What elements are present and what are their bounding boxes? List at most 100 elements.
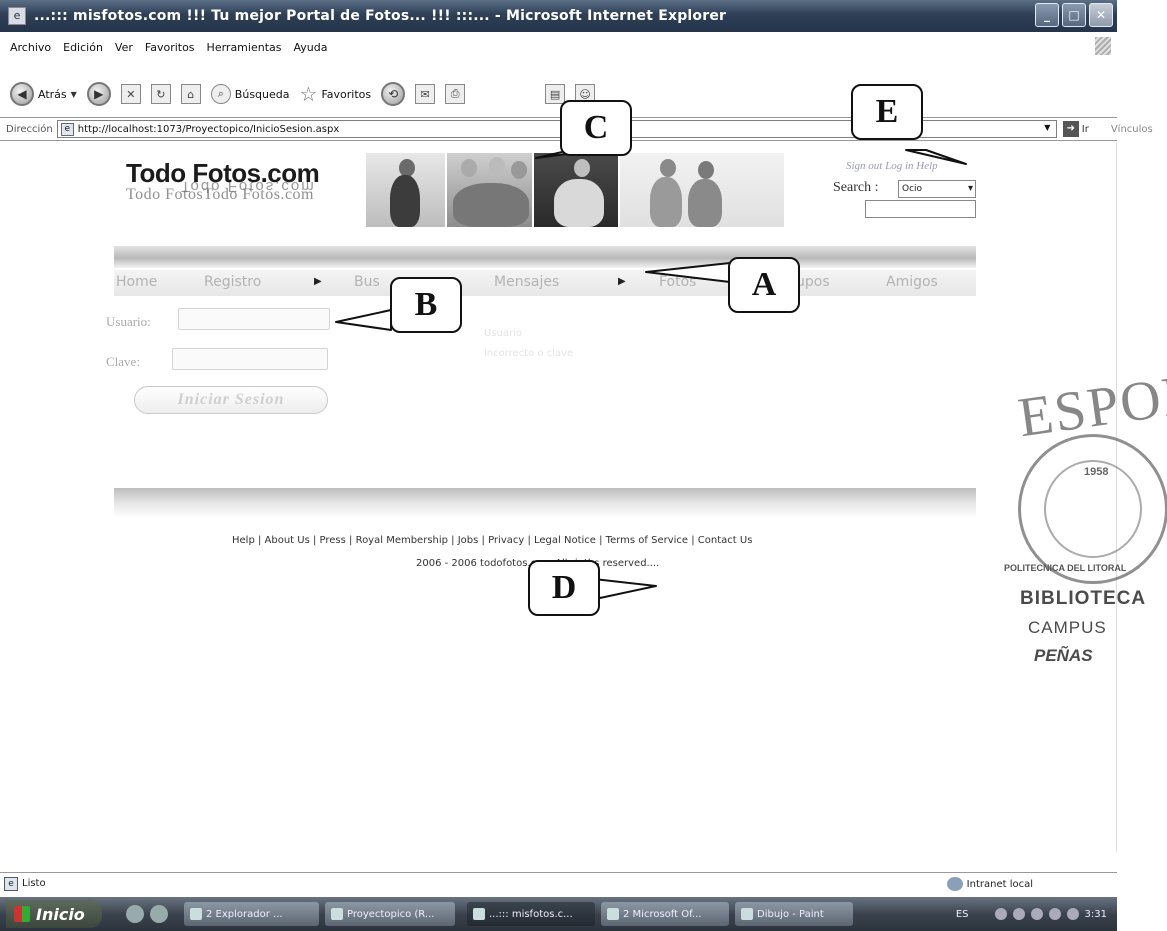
login-message-line: Usuario <box>484 328 523 339</box>
window-title: ...::: misfotos.com !!! Tu mejor Portal … <box>34 8 727 24</box>
menu-item-archivo[interactable]: Archivo <box>10 41 51 54</box>
tray-icon[interactable] <box>1048 908 1061 920</box>
library-stamp: ESPOL 1958 POLITECNICA DEL LITORAL BIBLI… <box>1000 363 1167 710</box>
banner-photo <box>534 153 618 227</box>
menu-item-herramientas[interactable]: Herramientas <box>207 41 282 54</box>
taskbar-item[interactable]: Proyectopico (R... <box>325 902 455 926</box>
menu-item-ver[interactable]: Ver <box>115 41 133 54</box>
ie-page-icon <box>473 908 485 920</box>
status-text: Listo <box>22 878 46 889</box>
username-label: Usuario: <box>106 314 151 329</box>
login-message-line: incorrecto o clave <box>484 348 574 359</box>
taskbar-item-label: Dibujo - Paint <box>757 908 824 920</box>
nav-arrow-icon: ▶ <box>314 276 322 287</box>
back-icon: ◀ <box>10 82 34 106</box>
footer-links[interactable]: Help | About Us | Press | Royal Membersh… <box>232 535 880 546</box>
nav-item-busqueda[interactable]: Bus <box>354 274 380 290</box>
quicklaunch-desktop-icon[interactable] <box>126 905 144 923</box>
mail-icon[interactable]: ✉ <box>415 84 436 104</box>
history-icon[interactable]: ⟲ <box>381 82 406 106</box>
search-icon: ⌕ <box>210 84 231 104</box>
tray-icon[interactable] <box>1030 908 1043 920</box>
password-label: Clave: <box>106 354 140 369</box>
nav-item-amigos[interactable]: Amigos <box>886 274 938 290</box>
banner-photo <box>447 153 533 227</box>
nav-item-mensajes[interactable]: Mensajes <box>494 274 559 290</box>
taskbar-item[interactable]: 2 Microsoft Of... <box>601 902 729 926</box>
search-category-select[interactable]: Ocio ▾ <box>898 180 976 198</box>
word-icon <box>607 908 619 920</box>
search-input[interactable] <box>865 200 976 218</box>
stop-icon[interactable]: ✕ <box>120 84 141 104</box>
menu-item-ayuda[interactable]: Ayuda <box>293 41 327 54</box>
browser-toolbar: ◀ Atrás ▼ ▶ ✕ ↻ ⌂ ⌕ Búsqueda ☆ Favoritos… <box>0 72 1117 116</box>
forward-icon[interactable]: ▶ <box>86 82 111 106</box>
tray-icon[interactable] <box>994 908 1007 920</box>
back-dropdown-icon[interactable]: ▼ <box>71 90 77 99</box>
back-button[interactable]: ◀ Atrás ▼ <box>10 82 77 106</box>
page-viewport: Todo Fotos.com Todo Fotos.com Todo Fotos… <box>0 142 1117 852</box>
tray-icon[interactable] <box>1066 908 1079 920</box>
address-dropdown-icon[interactable]: ▼ <box>1041 123 1054 135</box>
go-button[interactable]: ➜ Ir <box>1062 121 1089 137</box>
nav-item-home[interactable]: Home <box>116 274 157 290</box>
window-titlebar: e ...::: misfotos.com !!! Tu mejor Porta… <box>0 0 1117 32</box>
site-logo[interactable]: Todo Fotos.com Todo Fotos.com Todo Fotos… <box>126 158 320 203</box>
password-input[interactable] <box>172 348 328 370</box>
callout-c: C <box>560 100 632 156</box>
logo-echo-text: Todo FotosTodo Fotos.com <box>126 186 314 203</box>
folder-icon <box>190 908 202 920</box>
minimize-button[interactable]: _ <box>1035 3 1059 27</box>
project-icon <box>331 908 343 920</box>
header-photo-banner <box>366 153 784 227</box>
stamp-ring-text: POLITECNICA DEL LITORAL <box>1004 563 1127 573</box>
clock[interactable]: 3:31 <box>1085 909 1107 920</box>
nav-item-registro[interactable]: Registro <box>204 274 261 290</box>
menu-item-favoritos[interactable]: Favoritos <box>145 41 195 54</box>
callout-a: A <box>728 257 800 313</box>
tray-icon[interactable] <box>1012 908 1025 920</box>
taskbar-item[interactable]: Dibujo - Paint <box>735 902 853 926</box>
go-arrow-icon: ➜ <box>1062 121 1079 137</box>
home-icon[interactable]: ⌂ <box>180 84 201 104</box>
security-zone: Intranet local <box>946 877 1033 891</box>
search-button[interactable]: ⌕ Búsqueda <box>210 84 290 104</box>
go-label: Ir <box>1081 123 1089 135</box>
links-label[interactable]: Vínculos <box>1111 124 1153 135</box>
taskbar-item-label: ...::: misfotos.c... <box>489 908 573 920</box>
window-controls: _ □ ✕ <box>1035 3 1113 27</box>
maximize-button[interactable]: □ <box>1062 3 1086 27</box>
signin-links[interactable]: Sign out Log in Help <box>846 160 938 172</box>
favorites-button[interactable]: ☆ Favoritos <box>300 82 372 106</box>
taskbar-item-active[interactable]: ...::: misfotos.c... <box>467 902 595 926</box>
nav-item-grupos[interactable]: upos <box>796 274 830 290</box>
print-icon[interactable]: ⎙ <box>445 84 466 104</box>
login-button[interactable]: Iniciar Sesion <box>134 386 328 414</box>
nav-item-fotos[interactable]: Fotos <box>659 274 696 290</box>
taskbar-item[interactable]: 2 Explorador ... <box>184 902 319 926</box>
favorites-icon: ☆ <box>299 82 318 106</box>
favorites-label: Favoritos <box>321 87 372 101</box>
quicklaunch-ie-icon[interactable] <box>150 905 168 923</box>
callout-b: B <box>390 277 462 333</box>
username-input[interactable] <box>178 308 330 330</box>
refresh-icon[interactable]: ↻ <box>150 84 171 104</box>
page-status-icon: e <box>4 876 18 891</box>
research-icon[interactable]: ▤ <box>545 84 566 104</box>
nav-arrow-icon: ▶ <box>618 276 626 287</box>
menu-item-edicion[interactable]: Edición <box>63 41 103 54</box>
ie-page-icon: e <box>8 7 26 25</box>
close-button[interactable]: ✕ <box>1089 3 1113 27</box>
banner-photo <box>366 153 446 227</box>
nav-gradient-bar <box>114 246 976 268</box>
start-button[interactable]: Inicio <box>6 900 102 928</box>
address-url: http://localhost:1073/Proyectopico/Inici… <box>77 123 340 135</box>
language-indicator[interactable]: ES <box>956 909 969 920</box>
stamp-line-campus: CAMPUS <box>1028 618 1107 637</box>
callout-e: E <box>851 84 923 140</box>
footer-gradient-bar <box>114 488 976 518</box>
taskbar-item-label: 2 Explorador ... <box>206 908 283 920</box>
status-bar: e Listo Intranet local <box>0 872 1117 894</box>
address-bar: Dirección e http://localhost:1073/Proyec… <box>0 117 1153 141</box>
start-label: Inicio <box>36 904 85 924</box>
